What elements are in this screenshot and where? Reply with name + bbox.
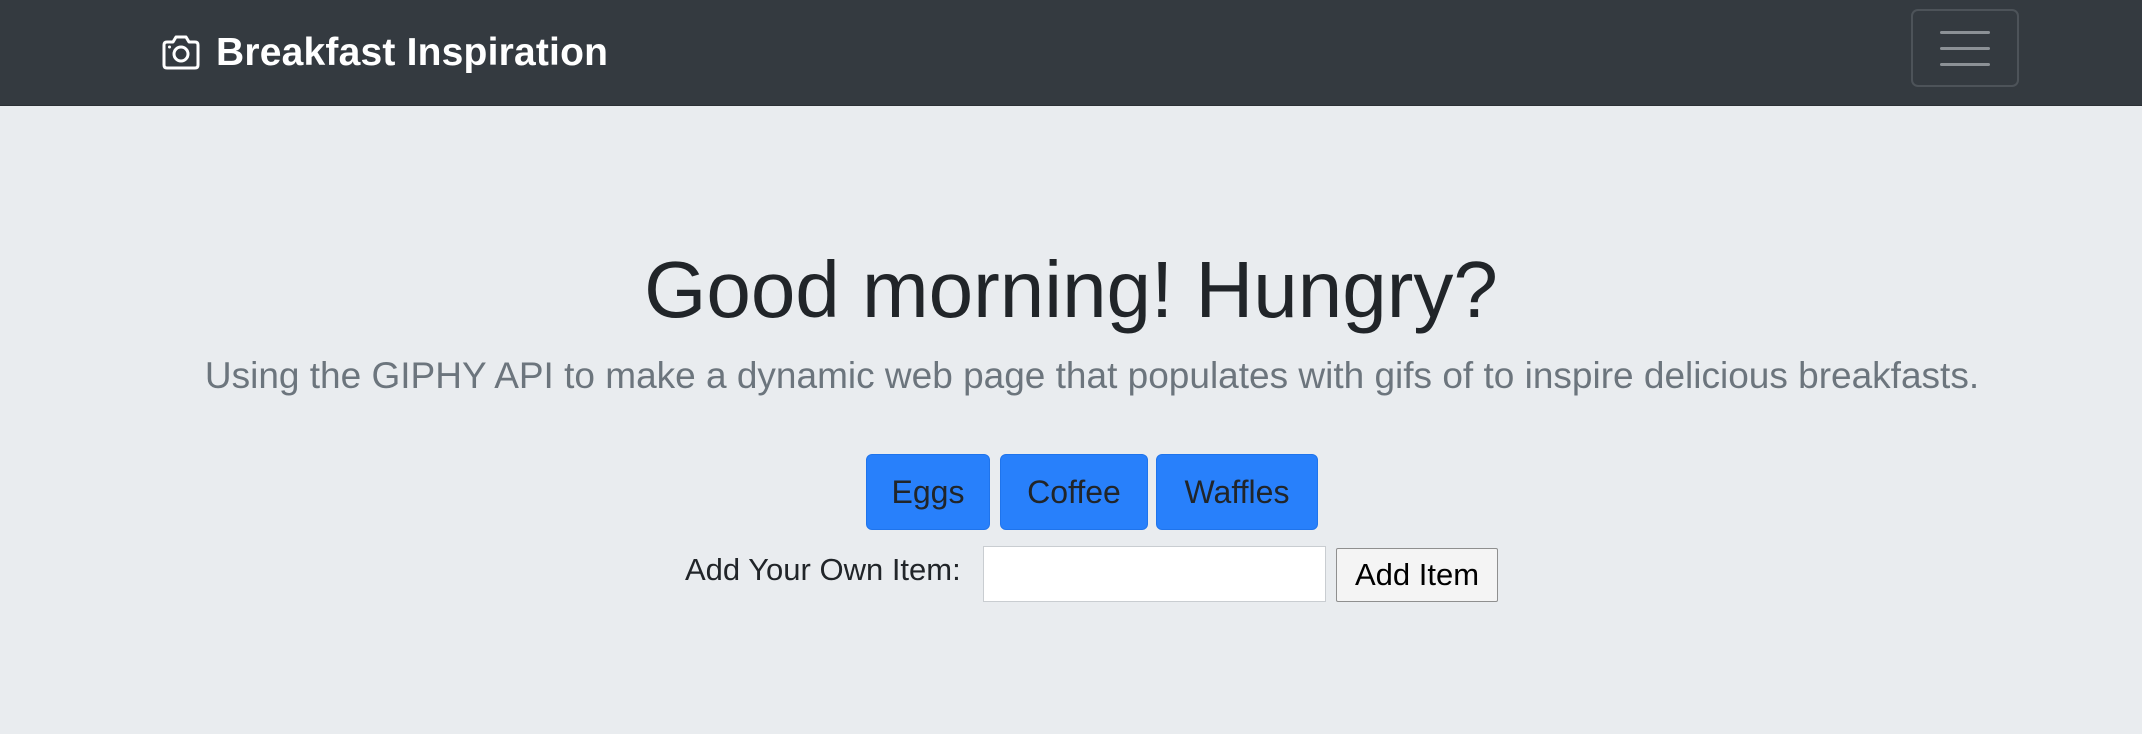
food-button-waffles[interactable]: Waffles [1156,454,1318,530]
jumbotron: Good morning! Hungry? Using the GIPHY AP… [0,106,2142,734]
navbar-toggler-button[interactable] [1911,9,2019,87]
brand-title: Breakfast Inspiration [216,30,609,74]
navbar-brand[interactable]: Breakfast Inspiration [160,0,608,105]
navbar: Breakfast Inspiration [0,0,2142,106]
food-button-eggs[interactable]: Eggs [866,454,990,530]
food-button-coffee[interactable]: Coffee [1000,454,1148,530]
add-item-button[interactable]: Add Item [1336,548,1498,602]
add-item-input[interactable] [983,546,1326,602]
camera-icon [160,32,202,74]
lead-text: Using the GIPHY API to make a dynamic we… [204,355,1980,396]
food-button-row: Eggs Coffee Waffles [0,454,2142,530]
add-item-label: Add Your Own Item: [685,552,961,587]
page-title: Good morning! Hungry? [644,245,1498,334]
